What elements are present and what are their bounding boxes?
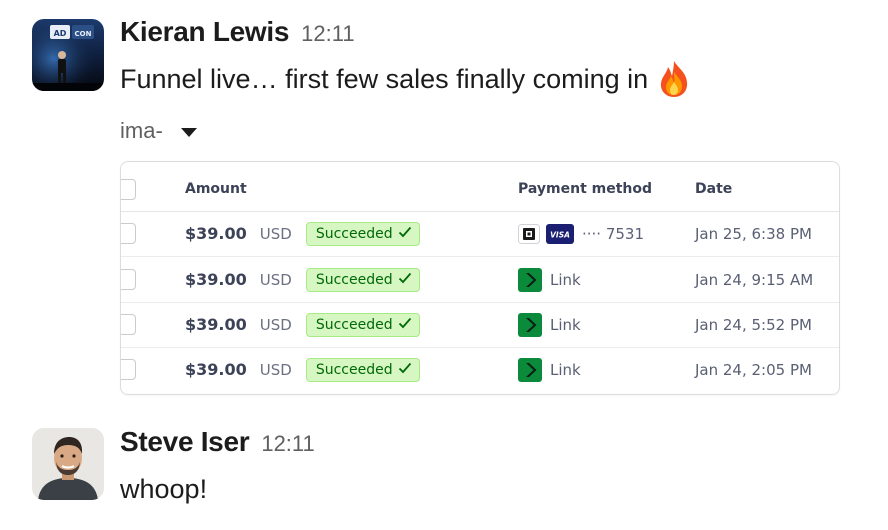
select-all-checkbox	[121, 179, 136, 200]
caret-down-icon	[180, 127, 197, 137]
message-header: Kieran Lewis 12:11	[120, 16, 355, 48]
svg-text:VISA: VISA	[550, 230, 570, 239]
currency: USD	[259, 315, 292, 334]
payment-label: Link	[550, 315, 581, 334]
currency: USD	[259, 270, 292, 289]
status-label: Succeeded	[315, 316, 393, 333]
date-value: Jan 25, 6:38 PM	[695, 224, 812, 243]
message-header: Steve Iser 12:11	[120, 426, 315, 458]
timestamp[interactable]: 12:11	[301, 21, 354, 46]
check-icon	[398, 272, 412, 288]
avatar[interactable]: AD CON	[32, 19, 104, 91]
row-checkbox	[121, 269, 136, 290]
date-cell: Jan 24, 5:52 PM	[695, 302, 812, 347]
date-cell: Jan 24, 2:05 PM	[695, 347, 812, 392]
message-text: whoop!	[120, 474, 207, 505]
svg-text:AD: AD	[54, 29, 67, 38]
status-badge: Succeeded	[305, 221, 420, 246]
link-icon	[518, 267, 542, 292]
amount-value: $39.00	[185, 315, 247, 334]
currency: USD	[259, 360, 292, 379]
date-cell: Jan 24, 9:15 AM	[695, 257, 813, 302]
author-name[interactable]: Kieran Lewis	[120, 16, 289, 47]
table-row: $39.00 USD Succeeded Link Jan 24, 5:52 P…	[121, 302, 839, 348]
timestamp[interactable]: 12:11	[261, 431, 314, 456]
payment-cell: Link	[518, 347, 581, 392]
amount-cell: $39.00 USD Succeeded	[185, 302, 420, 347]
amount-value: $39.00	[185, 224, 247, 243]
message-text: Funnel live… first few sales finally com…	[120, 60, 692, 105]
payment-label: ···· 7531	[582, 224, 645, 243]
apple-pay-icon	[518, 223, 540, 244]
attachment-toggle[interactable]: ima-	[120, 118, 197, 144]
message-text-content: whoop!	[120, 474, 208, 504]
currency: USD	[259, 224, 292, 243]
date-cell: Jan 25, 6:38 PM	[695, 211, 812, 256]
avatar[interactable]	[32, 428, 104, 500]
message-kieran: AD CON Kieran Lewis 12:11 Funnel live… fi…	[0, 0, 888, 410]
link-icon	[518, 312, 542, 337]
payment-label: Link	[550, 360, 581, 379]
column-header-date: Date	[695, 181, 733, 197]
table-row: $39.00 USD Succeeded Link Jan 24, 9:15 A…	[121, 257, 839, 303]
attachment-image[interactable]: Amount Payment method Date $39.00 USD Su…	[120, 161, 840, 395]
visa-icon: VISA	[546, 223, 574, 244]
fire-emoji	[656, 60, 692, 105]
amount-value: $39.00	[185, 360, 247, 379]
amount-cell: $39.00 USD Succeeded	[185, 257, 420, 302]
link-icon	[518, 357, 542, 382]
date-value: Jan 24, 5:52 PM	[695, 315, 812, 334]
amount-cell: $39.00 USD Succeeded	[185, 211, 420, 256]
amount-value: $39.00	[185, 270, 247, 289]
status-label: Succeeded	[315, 361, 393, 378]
row-checkbox	[121, 223, 136, 244]
table-header-row: Amount Payment method Date	[121, 167, 839, 212]
payment-cell: Link	[518, 302, 581, 347]
status-badge: Succeeded	[305, 312, 420, 337]
table-row: $39.00 USD Succeeded VISA ···· 7531 Jan …	[121, 211, 839, 257]
message-text-content: Funnel live… first few sales finally com…	[120, 64, 649, 94]
row-checkbox	[121, 359, 136, 380]
message-steve: Steve Iser 12:11	[0, 416, 888, 530]
payment-label: Link	[550, 270, 581, 289]
date-value: Jan 24, 9:15 AM	[695, 270, 814, 289]
check-icon	[398, 226, 412, 242]
check-icon	[398, 317, 412, 333]
status-badge: Succeeded	[305, 357, 420, 382]
payment-cell: VISA ···· 7531	[518, 211, 644, 256]
status-label: Succeeded	[315, 225, 393, 242]
check-icon	[398, 362, 412, 378]
status-label: Succeeded	[315, 271, 393, 288]
column-header-payment-method: Payment method	[518, 181, 653, 197]
author-name[interactable]: Steve Iser	[120, 426, 250, 457]
svg-text:CON: CON	[75, 30, 92, 38]
table-row: $39.00 USD Succeeded Link Jan 24, 2:05 P…	[121, 347, 839, 392]
attachment-name: ima-	[120, 118, 163, 143]
column-header-amount: Amount	[185, 181, 247, 197]
amount-cell: $39.00 USD Succeeded	[185, 347, 420, 392]
date-value: Jan 24, 2:05 PM	[695, 360, 812, 379]
row-checkbox	[121, 314, 136, 335]
status-badge: Succeeded	[305, 267, 420, 292]
payment-cell: Link	[518, 257, 581, 302]
